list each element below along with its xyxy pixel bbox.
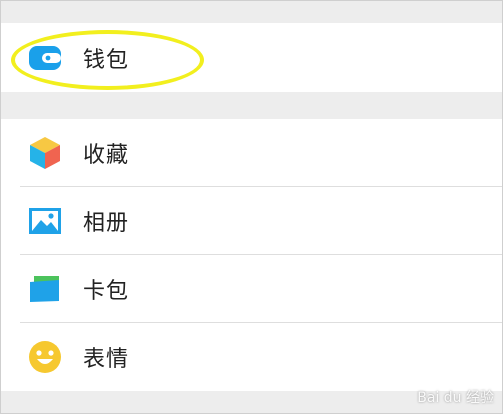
menu-item-favorites[interactable]: 收藏 [1, 119, 502, 187]
favorites-cube-icon [27, 135, 63, 171]
smiley-icon [27, 339, 63, 375]
menu-item-label: 卡包 [83, 279, 130, 304]
menu-item-label: 表情 [83, 347, 130, 372]
menu-item-stickers[interactable]: 表情 [1, 323, 502, 391]
wallet-icon [27, 40, 63, 76]
menu-group-wallet: 钱包 [1, 23, 502, 92]
menu-item-album[interactable]: 相册 [1, 187, 502, 255]
watermark: Bai du 经验 [417, 390, 494, 406]
menu-item-label: 钱包 [83, 47, 130, 73]
card-package-icon [27, 271, 63, 307]
menu-item-label: 收藏 [83, 143, 130, 168]
menu-group-collections: 收藏 相册 卡包 表情 [1, 119, 502, 391]
menu-item-label: 相册 [83, 211, 130, 236]
menu-item-wallet[interactable]: 钱包 [1, 23, 502, 92]
menu-item-card-package[interactable]: 卡包 [1, 255, 502, 323]
app-frame: 钱包 收藏 相册 卡包 表情 Bai du 经验 [0, 0, 503, 414]
album-picture-icon [27, 203, 63, 239]
